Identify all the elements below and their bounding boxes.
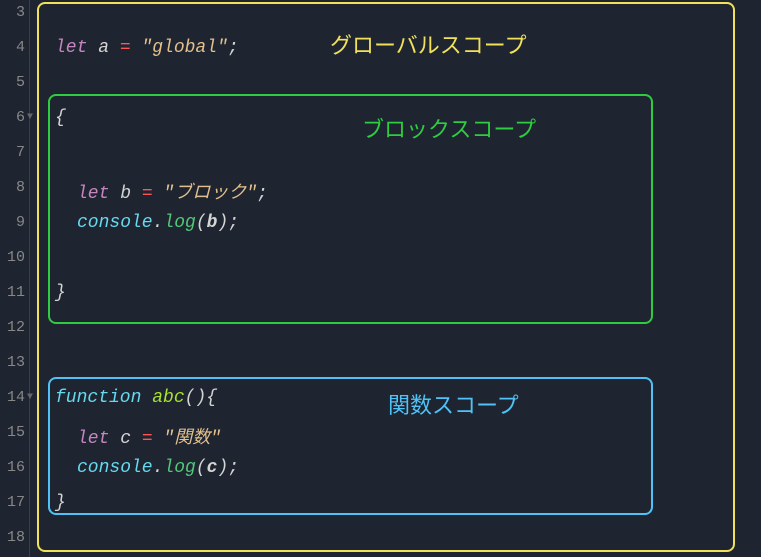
line-number: 9 xyxy=(0,214,25,231)
line-number: 18 xyxy=(0,529,25,546)
line-number: 3 xyxy=(0,4,25,21)
fold-arrow-icon[interactable]: ▼ xyxy=(27,112,33,123)
block-scope-label: ブロックスコープ xyxy=(362,112,536,144)
line-number: 5 xyxy=(0,74,25,91)
line-number: 17 xyxy=(0,494,25,511)
line-number: 7 xyxy=(0,144,25,161)
line-number: 11 xyxy=(0,284,25,301)
line-number: 10 xyxy=(0,249,25,266)
global-scope-label: グローバルスコープ xyxy=(330,28,526,60)
function-scope-box xyxy=(48,377,653,515)
line-number: 16 xyxy=(0,459,25,476)
line-number: 4 xyxy=(0,39,25,56)
function-scope-label: 関数スコープ xyxy=(388,388,519,420)
line-number: 6 xyxy=(0,109,25,126)
line-number: 14 xyxy=(0,389,25,406)
block-scope-box xyxy=(48,94,653,324)
line-number: 15 xyxy=(0,424,25,441)
fold-arrow-icon[interactable]: ▼ xyxy=(27,392,33,403)
line-number: 12 xyxy=(0,319,25,336)
line-gutter: 3 4 5 6 ▼ 7 8 9 10 11 12 13 14 ▼ 15 16 1… xyxy=(0,0,30,557)
line-number: 13 xyxy=(0,354,25,371)
line-number: 8 xyxy=(0,179,25,196)
